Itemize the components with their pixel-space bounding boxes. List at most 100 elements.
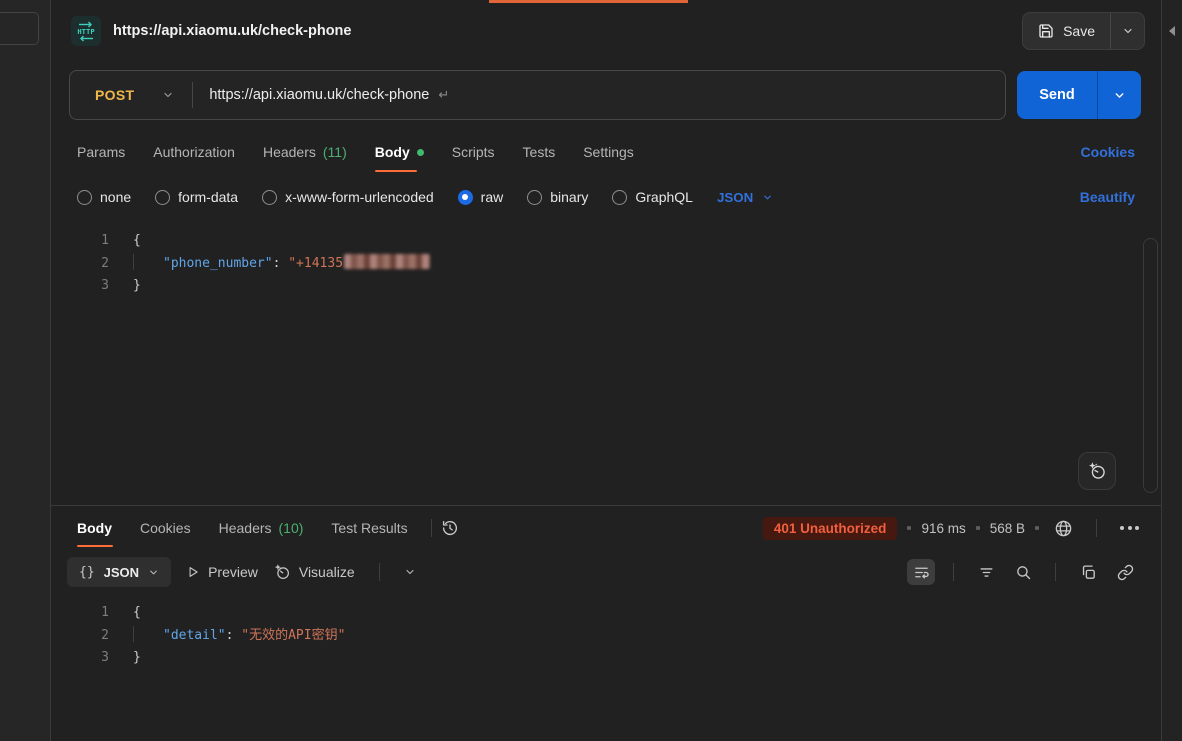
copy-icon (1080, 564, 1097, 581)
url-box: POST https://api.xiaomu.uk/check-phone ↵ (69, 70, 1006, 120)
tab-headers[interactable]: Headers (11) (249, 128, 361, 176)
history-icon (441, 519, 459, 537)
response-right-tools (907, 559, 1139, 585)
divider (1055, 563, 1056, 581)
filter-icon (978, 564, 995, 581)
method-label: POST (95, 87, 134, 103)
code-line: 2 "detail": "无效的API密钥" (51, 625, 1161, 648)
send-button[interactable]: Send (1017, 71, 1097, 119)
response-history-button[interactable] (441, 519, 459, 537)
modified-dot-icon (417, 149, 424, 156)
response-headers-count: (10) (279, 520, 304, 536)
network-info-button[interactable] (1049, 515, 1077, 541)
visualize-button[interactable]: Visualize (273, 563, 355, 581)
editor-scrollbar[interactable] (1143, 238, 1158, 493)
separator-dot (907, 526, 911, 530)
app-window: HTTP https://api.xiaomu.uk/check-phone S… (0, 0, 1182, 741)
response-format-selector[interactable]: {} JSON (67, 557, 171, 587)
divider (431, 519, 432, 537)
response-tab-headers[interactable]: Headers (10) (205, 506, 318, 550)
radio-binary[interactable]: binary (527, 189, 588, 205)
response-tab-test-results[interactable]: Test Results (317, 506, 421, 550)
tab-label: Headers (219, 520, 272, 536)
response-body-viewer[interactable]: 1 { 2 "detail": "无效的API密钥" 3 } (51, 594, 1161, 741)
radio-label: binary (550, 189, 588, 205)
headers-count: (11) (323, 144, 347, 160)
json-separator: : (226, 628, 242, 643)
method-selector[interactable]: POST (70, 87, 192, 103)
tab-label: Headers (263, 144, 316, 160)
radio-label: x-www-form-urlencoded (285, 189, 434, 205)
divider (953, 563, 954, 581)
response-tab-cookies[interactable]: Cookies (126, 506, 205, 550)
postbot-icon (1087, 461, 1107, 481)
tab-label: Tests (523, 144, 556, 160)
tab-scripts[interactable]: Scripts (438, 128, 509, 176)
tab-body[interactable]: Body (361, 128, 438, 176)
tab-tests[interactable]: Tests (509, 128, 570, 176)
tab-label: Authorization (153, 144, 235, 160)
http-method-icon: HTTP (71, 16, 101, 46)
cookies-link[interactable]: Cookies (1081, 144, 1135, 160)
collapse-arrow-icon (1168, 26, 1176, 741)
tab-label: Body (77, 520, 112, 536)
redacted-value-blur (344, 254, 430, 269)
code-line: 2 "phone_number": "+14135 (51, 253, 1161, 276)
right-sidebar[interactable] (1161, 0, 1182, 741)
copy-button[interactable] (1074, 559, 1102, 585)
link-button[interactable] (1111, 559, 1139, 585)
format-options-button[interactable] (404, 566, 416, 578)
search-icon (1015, 564, 1032, 581)
postbot-button[interactable] (1078, 452, 1116, 490)
language-selector[interactable]: JSON (717, 190, 773, 205)
save-button[interactable]: Save (1023, 13, 1110, 49)
chevron-down-icon (762, 192, 773, 203)
request-body-editor[interactable]: 1 { 2 "phone_number": "+14135 3 } (51, 218, 1161, 505)
radio-icon (527, 190, 542, 205)
send-options-button[interactable] (1097, 71, 1141, 119)
response-time[interactable]: 916 ms (921, 521, 965, 536)
wrap-text-button[interactable] (907, 559, 935, 585)
save-options-button[interactable] (1110, 13, 1144, 49)
radio-icon (262, 190, 277, 205)
body-type-row: none form-data x-www-form-urlencoded raw… (51, 176, 1161, 218)
search-button[interactable] (1009, 559, 1037, 585)
open-brace: { (133, 233, 141, 248)
json-value: "无效的API密钥" (241, 628, 345, 643)
chevron-down-icon (148, 567, 159, 578)
url-value: https://api.xiaomu.uk/check-phone (209, 87, 429, 103)
tab-settings[interactable]: Settings (569, 128, 648, 176)
filter-button[interactable] (972, 559, 1000, 585)
save-label: Save (1063, 23, 1095, 39)
tab-authorization[interactable]: Authorization (139, 128, 249, 176)
radio-x-www-form-urlencoded[interactable]: x-www-form-urlencoded (262, 189, 434, 205)
sidebar-partial-panel (0, 12, 39, 45)
status-badge[interactable]: 401 Unauthorized (763, 517, 898, 540)
code-line: 1 { (51, 602, 1161, 625)
url-input[interactable]: https://api.xiaomu.uk/check-phone ↵ (193, 87, 1005, 103)
chevron-down-icon (1113, 89, 1126, 102)
more-icon (1120, 526, 1124, 530)
separator-dot (976, 526, 980, 530)
response-tab-body[interactable]: Body (63, 506, 126, 550)
radio-none[interactable]: none (77, 189, 131, 205)
tab-params[interactable]: Params (63, 128, 139, 176)
radio-form-data[interactable]: form-data (155, 189, 238, 205)
more-options-button[interactable] (1116, 526, 1143, 530)
visualize-icon (273, 563, 291, 581)
separator-dot (1035, 526, 1039, 530)
radio-raw[interactable]: raw (458, 189, 504, 205)
line-number: 1 (51, 602, 109, 625)
radio-graphql[interactable]: GraphQL (612, 189, 693, 205)
code-line: 3 } (51, 275, 1161, 298)
beautify-link[interactable]: Beautify (1080, 189, 1135, 205)
preview-button[interactable]: Preview (186, 564, 258, 580)
response-size[interactable]: 568 B (990, 521, 1025, 536)
main-panel: HTTP https://api.xiaomu.uk/check-phone S… (51, 0, 1161, 741)
chevron-down-icon (404, 566, 416, 578)
radio-label: form-data (178, 189, 238, 205)
line-number: 2 (51, 253, 109, 276)
indent-guide (133, 254, 163, 270)
chevron-down-icon (162, 89, 174, 101)
json-key: "detail" (163, 628, 226, 643)
